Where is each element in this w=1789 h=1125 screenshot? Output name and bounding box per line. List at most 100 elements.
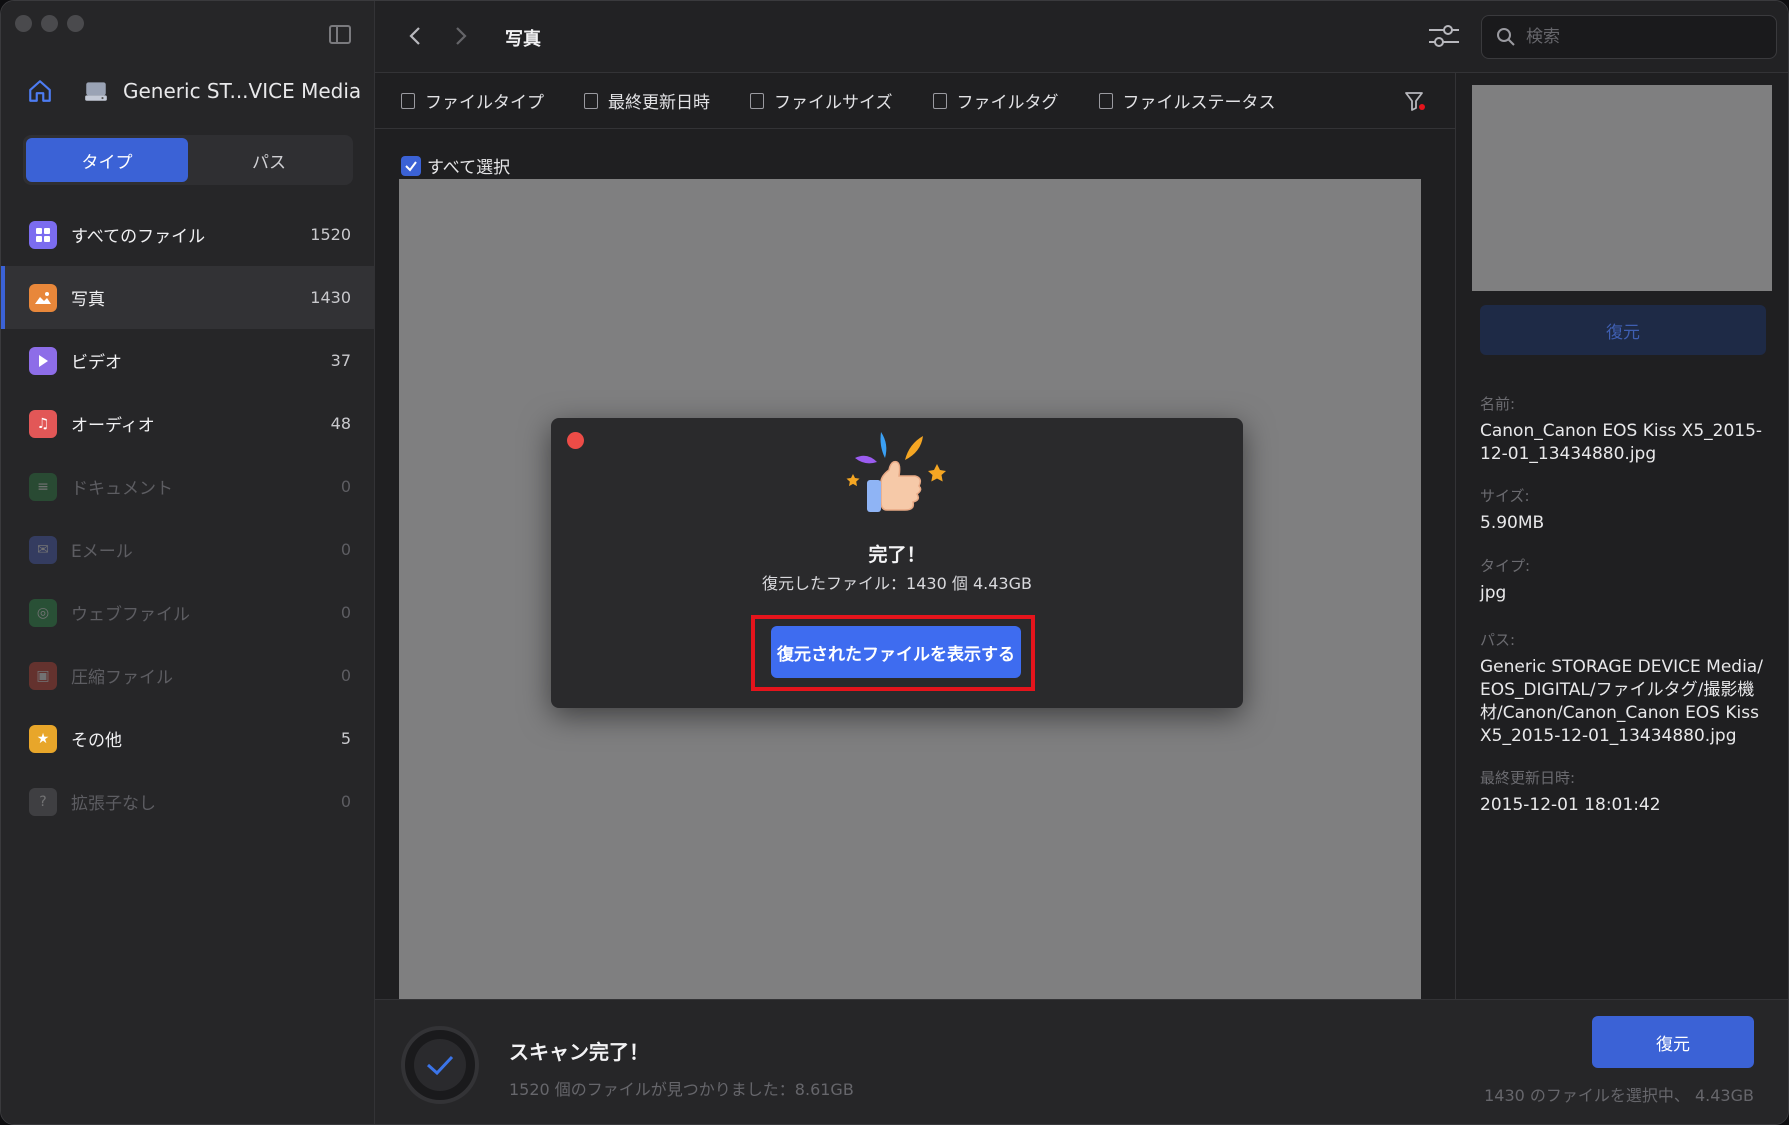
sidebar-item-audio[interactable]: ♫ オーディオ 48 (1, 392, 375, 455)
filter-label: ファイルステータス (1122, 93, 1276, 113)
checkmark-icon (414, 1039, 466, 1091)
device-row: Generic ST...VICE Media (27, 73, 361, 109)
sidebar-item-label: 写真 (71, 290, 105, 310)
sidebar-item-count: 5 (340, 729, 351, 748)
forward-icon[interactable] (449, 25, 471, 47)
detail-value: 5.90MB (1480, 513, 1545, 533)
home-icon[interactable] (27, 78, 53, 104)
sidebar-item-label: すべてのファイル (71, 227, 206, 247)
filter-label: 最終更新日時 (608, 93, 710, 113)
restore-button[interactable]: 復元 (1592, 1016, 1754, 1068)
bookmark-icon (932, 92, 947, 109)
view-recovered-files-button[interactable]: 復元されたファイルを表示する (771, 626, 1021, 678)
sidebar-item-label: ウェブファイル (71, 605, 190, 625)
archive-icon: ▣ (29, 661, 57, 690)
detail-panel: 復元 名前: Canon_Canon EOS Kiss X5_2015-12-0… (1455, 73, 1788, 999)
detail-value: Canon_Canon EOS Kiss X5_2015-12-01_13434… (1480, 421, 1763, 464)
filter-label: ファイルサイズ (774, 93, 893, 113)
close-dialog-button[interactable] (567, 432, 584, 449)
select-all-checkbox[interactable]: すべて選択 (401, 153, 510, 178)
detail-path: パス: Generic STORAGE DEVICE Media/EOS_DIG… (1480, 629, 1770, 748)
sidebar-item-no-extension[interactable]: ? 拡張子なし 0 (1, 770, 375, 833)
detail-size: サイズ: 5.90MB (1480, 485, 1770, 535)
sidebar-item-count: 0 (340, 792, 351, 811)
audio-icon: ♫ (29, 409, 57, 438)
filter-funnel-icon[interactable] (1403, 89, 1427, 113)
sidebar-item-label: その他 (71, 731, 122, 751)
detail-name: 名前: Canon_Canon EOS Kiss X5_2015-12-01_1… (1480, 393, 1770, 466)
sidebar-item-archives[interactable]: ▣ 圧縮ファイル 0 (1, 644, 375, 707)
filter-label: ファイルタイプ (425, 93, 544, 113)
completion-dialog: 完了！ 復元したファイル：1430 個 4.43GB 復元されたファイルを表示す… (551, 418, 1243, 708)
selection-info: 1430 のファイルを選択中、 4.43GB (1484, 1086, 1754, 1105)
detail-key: サイズ: (1480, 487, 1530, 505)
detail-key: パス: (1480, 631, 1516, 649)
thumbs-up-celebration-icon (846, 432, 946, 512)
sidebar-item-web-files[interactable]: ◎ ウェブファイル 0 (1, 581, 375, 644)
sidebar-item-count: 0 (340, 603, 351, 622)
sidebar: Generic ST...VICE Media タイプ パス すべてのファイル … (1, 1, 375, 1124)
sidebar-item-count: 48 (330, 414, 351, 433)
photo-icon (29, 283, 57, 312)
file-chart-icon (584, 92, 598, 109)
sliders-icon[interactable] (1427, 21, 1461, 51)
minimize-window-button[interactable] (41, 15, 58, 32)
search-icon (1497, 28, 1515, 46)
sidebar-item-count: 1430 (310, 288, 351, 307)
device-name: Generic ST...VICE Media (123, 79, 362, 103)
filter-file-status[interactable]: ファイルステータス (1098, 88, 1276, 113)
dialog-title: 完了！ (868, 544, 926, 566)
top-bar: 写真 (375, 1, 1788, 73)
detail-modified: 最終更新日時: 2015-12-01 18:01:42 (1480, 767, 1770, 817)
filter-label: ファイルタグ (956, 93, 1059, 113)
filter-file-tag[interactable]: ファイルタグ (932, 88, 1059, 113)
detail-type: タイプ: jpg (1480, 555, 1770, 605)
sidebar-item-video[interactable]: ビデオ 37 (1, 329, 375, 392)
search-input[interactable] (1526, 27, 1756, 47)
sidebar-item-other[interactable]: ★ その他 5 (1, 707, 375, 770)
sidebar-item-label: ドキュメント (71, 479, 173, 499)
tab-type[interactable]: タイプ (26, 138, 188, 182)
window-controls (15, 15, 84, 32)
sidebar-item-label: オーディオ (71, 416, 155, 436)
star-icon: ★ (29, 724, 57, 753)
unknown-icon: ? (29, 787, 57, 816)
preview-thumbnail (1472, 85, 1772, 291)
sidebar-item-all-files[interactable]: すべてのファイル 1520 (1, 203, 375, 266)
sidebar-item-email[interactable]: ✉ Eメール 0 (1, 518, 375, 581)
calendar-icon (750, 92, 764, 109)
checkmark-icon (401, 155, 421, 176)
sidebar-item-label: 拡張子なし (71, 794, 156, 814)
filter-file-size[interactable]: ファイルサイズ (750, 88, 893, 113)
detail-key: タイプ: (1480, 557, 1531, 575)
tab-path[interactable]: パス (188, 138, 350, 182)
sidebar-item-label: ビデオ (71, 353, 122, 373)
sidebar-item-documents[interactable]: ≡ ドキュメント 0 (1, 455, 375, 518)
video-icon (29, 346, 57, 375)
detail-value: jpg (1480, 583, 1507, 603)
detail-key: 名前: (1480, 395, 1516, 413)
filter-bar: ファイルタイプ 最終更新日時 ファイルサイズ ファイルタグ ファイルステータス (375, 73, 1455, 129)
back-icon[interactable] (405, 25, 427, 47)
select-all-label: すべて選択 (427, 158, 511, 178)
sidebar-item-label: Eメール (71, 542, 133, 562)
filter-file-type[interactable]: ファイルタイプ (401, 88, 544, 113)
search-box (1481, 15, 1777, 59)
scan-status-summary: 1520 個のファイルが見つかりました：8.61GB (509, 1080, 854, 1099)
file-icon (1098, 92, 1113, 109)
zoom-window-button[interactable] (67, 15, 84, 32)
document-icon: ≡ (29, 472, 57, 501)
sidebar-item-photos[interactable]: 写真 1430 (1, 266, 375, 329)
sidebar-item-count: 0 (340, 477, 351, 496)
scan-complete-indicator (401, 1026, 479, 1104)
sidebar-toggle-icon[interactable] (329, 25, 351, 44)
drive-icon (83, 78, 109, 104)
filter-modified-date[interactable]: 最終更新日時 (584, 88, 710, 113)
detail-restore-button[interactable]: 復元 (1480, 305, 1766, 355)
detail-value: Generic STORAGE DEVICE Media/EOS_DIGITAL… (1480, 657, 1763, 746)
detail-value: 2015-12-01 18:01:42 (1480, 795, 1661, 815)
sidebar-item-label: 圧縮ファイル (71, 668, 173, 688)
breadcrumb: 写真 (505, 29, 541, 50)
close-window-button[interactable] (15, 15, 32, 32)
dialog-subtitle: 復元したファイル：1430 個 4.43GB (762, 574, 1032, 593)
